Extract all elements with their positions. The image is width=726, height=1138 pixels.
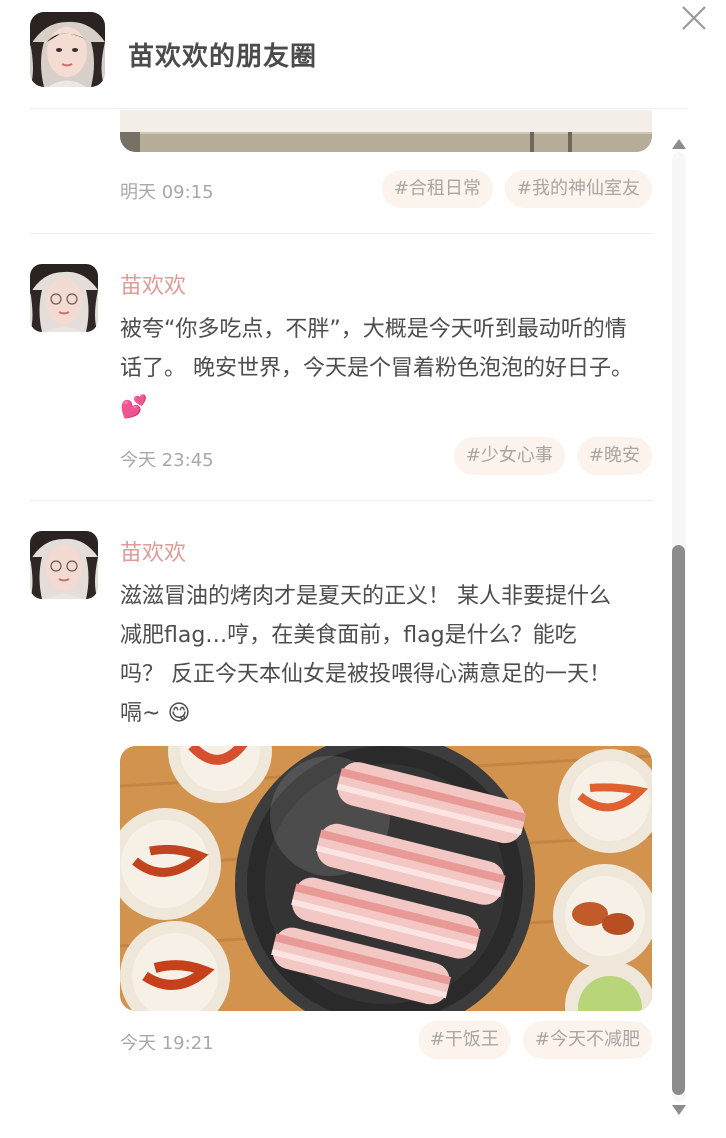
tag[interactable]: #合租日常 — [381, 170, 493, 208]
feed-scrollbar[interactable] — [668, 132, 690, 1122]
yum-emoji-icon: 😋 — [167, 701, 191, 726]
tag[interactable]: #晚安 — [576, 437, 652, 475]
scroll-thumb[interactable] — [672, 545, 685, 1095]
previous-post-image[interactable] — [120, 110, 652, 152]
post-text: 被夸“你多吃点，不胖”，大概是今天听到最动听的情话了。 晚安世界，今天是个冒着粉… — [120, 317, 633, 420]
post-tags: #干饭王 #今天不减肥 — [417, 1021, 652, 1059]
close-icon — [682, 6, 706, 30]
previous-post-time: 明天 09:15 — [120, 182, 214, 203]
post-time: 今天 23:45 — [120, 450, 214, 471]
page-title: 苗欢欢的朋友圈 — [128, 42, 318, 72]
moments-feed: 明天 09:15 #合租日常 #我的神仙室友 苗欢欢 被夸“你多吃点，不胖”，大… — [0, 110, 668, 1138]
post-author[interactable]: 苗欢欢 — [120, 535, 186, 567]
triangle-up-icon[interactable] — [671, 138, 687, 150]
header-divider — [30, 108, 688, 109]
post-time: 今天 19:21 — [120, 1033, 214, 1054]
tag[interactable]: #今天不减肥 — [522, 1021, 652, 1059]
moments-window: 苗欢欢的朋友圈 明天 09:15 #合租日常 #我的神仙室友 苗欢欢 被夸“你多… — [0, 0, 726, 1138]
tag[interactable]: #少女心事 — [453, 437, 565, 475]
previous-post-tags: #合租日常 #我的神仙室友 — [381, 170, 652, 208]
post-divider — [30, 500, 652, 501]
avatar[interactable] — [30, 531, 98, 599]
header: 苗欢欢的朋友圈 — [0, 0, 726, 110]
post-divider — [30, 233, 652, 234]
avatar[interactable] — [30, 264, 98, 332]
post-tags: #少女心事 #晚安 — [453, 437, 652, 475]
triangle-down-icon[interactable] — [671, 1104, 687, 1116]
heart-emoji-icon: 💕 — [120, 395, 148, 420]
close-button[interactable] — [679, 3, 709, 33]
avatar[interactable] — [30, 12, 105, 87]
post-text: 滋滋冒油的烤肉才是夏天的正义！ 某人非要提什么减肥flag…哼，在美食面前，fl… — [120, 584, 611, 726]
tag[interactable]: #干饭王 — [417, 1021, 511, 1059]
post-author[interactable]: 苗欢欢 — [120, 268, 186, 300]
post-image-bbq[interactable] — [120, 746, 652, 1011]
tag[interactable]: #我的神仙室友 — [504, 170, 652, 208]
